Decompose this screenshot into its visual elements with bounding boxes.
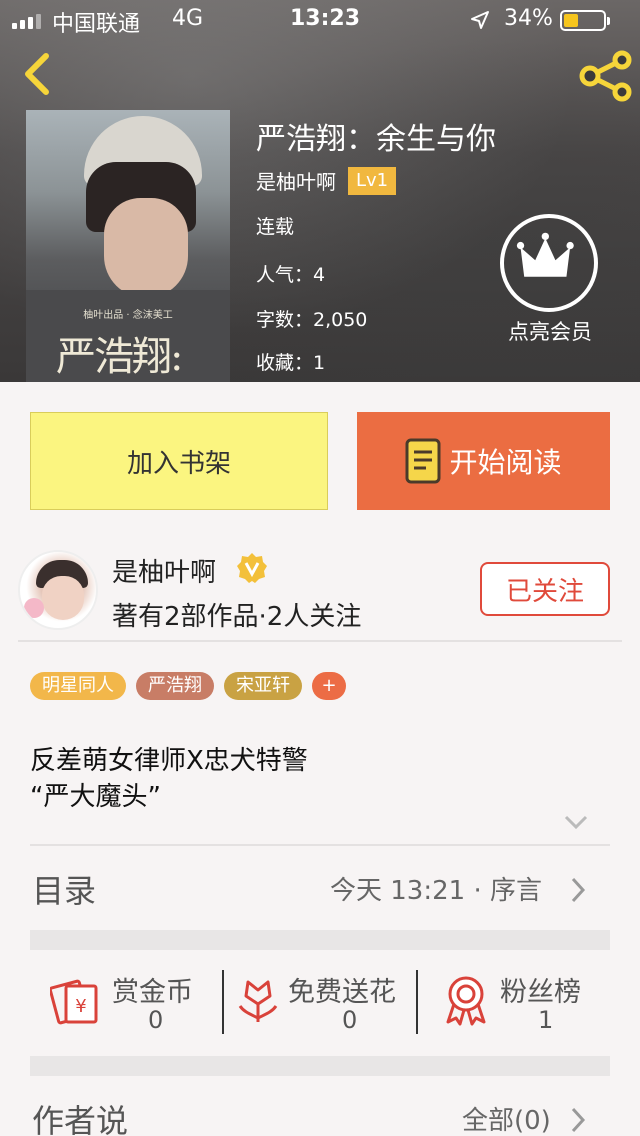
reader-stats: ¥ 赏金币 0 免费送花 0 粉丝榜 1 <box>30 960 610 1040</box>
stat-flowers[interactable]: 免费送花 0 <box>224 960 416 1040</box>
book-author[interactable]: 是柚叶啊 <box>256 166 336 195</box>
vip-crown-button[interactable] <box>500 214 598 312</box>
start-reading-label: 开始阅读 <box>449 446 562 479</box>
share-icon[interactable] <box>578 50 634 102</box>
stat-fans[interactable]: 粉丝榜 1 <box>418 960 610 1040</box>
gift-card-icon: ¥ <box>50 979 98 1025</box>
vip-label[interactable]: 点亮会员 <box>500 316 600 346</box>
chevron-right-icon[interactable] <box>568 876 588 904</box>
add-to-shelf-button[interactable]: 加入书架 <box>30 412 328 510</box>
carrier-name: 中国联通 <box>52 12 141 37</box>
tag-star-fanfic[interactable]: 明星同人 <box>30 672 126 700</box>
chevron-down-icon[interactable] <box>562 812 590 832</box>
battery-percent: 34% <box>504 6 553 31</box>
book-cover[interactable]: 柚叶出品 · 念沫美工 严浩翔: 余生与你 <box>26 110 230 382</box>
book-description-line1: 反差萌女律师X忠犬特警 <box>30 746 308 776</box>
serial-status: 连载 <box>256 216 295 238</box>
stat-coins-label: 赏金币 <box>112 977 193 1008</box>
stat-fans-label: 粉丝榜 <box>500 977 581 1008</box>
author-name[interactable]: 是柚叶啊 <box>112 552 216 589</box>
location-arrow-icon <box>471 11 489 29</box>
toc-label[interactable]: 目录 <box>32 866 96 912</box>
book-author-row: 是柚叶啊 Lv1 <box>256 166 397 195</box>
add-tag-button[interactable]: + <box>312 672 346 700</box>
svg-text:¥: ¥ <box>75 996 86 1017</box>
section-spacer <box>30 1056 610 1076</box>
flower-icon <box>238 980 278 1022</box>
battery-icon <box>560 10 610 31</box>
stat-coins[interactable]: ¥ 赏金币 0 <box>30 960 222 1040</box>
book-description-line2: “严大魔头” <box>30 782 161 812</box>
section-divider <box>30 844 610 846</box>
status-bar: 中国联通 4G 13:23 34% <box>0 0 640 40</box>
followed-button[interactable]: 已关注 <box>480 562 610 616</box>
tag-song-yaxuan[interactable]: 宋亚轩 <box>224 672 302 700</box>
author-stats: 著有2部作品·2人关注 <box>112 602 362 632</box>
toc-latest-chapter[interactable]: 今天 13:21 · 序言 <box>330 870 542 907</box>
favorites-count: 收藏：1 <box>256 352 326 374</box>
chevron-right-icon[interactable] <box>568 1106 588 1134</box>
book-title: 严浩翔：余生与你 <box>256 122 496 157</box>
book-icon <box>405 438 441 484</box>
level-badge: Lv1 <box>348 166 397 195</box>
stat-flowers-label: 免费送花 <box>288 977 396 1008</box>
tag-yan-haoxiang[interactable]: 严浩翔 <box>136 672 214 700</box>
author-says-label[interactable]: 作者说 <box>32 1096 128 1136</box>
cover-title-line2: 余生与你 <box>56 370 210 382</box>
start-reading-button[interactable]: 开始阅读 <box>357 412 610 510</box>
network-type: 4G <box>172 6 204 31</box>
author-section: 是柚叶啊 著有2部作品·2人关注 已关注 <box>0 532 640 642</box>
section-divider <box>18 640 622 642</box>
book-header: 中国联通 4G 13:23 34% 柚叶出品 · 念沫美工 严浩翔: 余生与你 … <box>0 0 640 382</box>
stat-flowers-value: 0 <box>342 1006 358 1034</box>
status-time: 13:23 <box>290 6 361 31</box>
medal-icon <box>446 976 486 1026</box>
section-spacer <box>30 930 610 950</box>
verified-badge-icon <box>237 553 267 583</box>
word-count: 字数：2,050 <box>256 309 368 331</box>
tag-list: 明星同人 严浩翔 宋亚轩 + <box>30 672 346 700</box>
popularity: 人气：4 <box>256 264 326 286</box>
signal-icon <box>12 14 41 29</box>
book-actions: 加入书架 开始阅读 <box>0 382 640 532</box>
back-arrow-icon[interactable] <box>18 52 58 96</box>
cover-subtitle: 柚叶出品 · 念沫美工 <box>83 310 173 321</box>
author-says-all[interactable]: 全部(0) <box>462 1100 551 1136</box>
author-avatar[interactable] <box>18 550 98 630</box>
stat-coins-value: 0 <box>148 1006 164 1034</box>
crown-icon <box>516 232 574 277</box>
stat-fans-value: 1 <box>538 1006 554 1034</box>
